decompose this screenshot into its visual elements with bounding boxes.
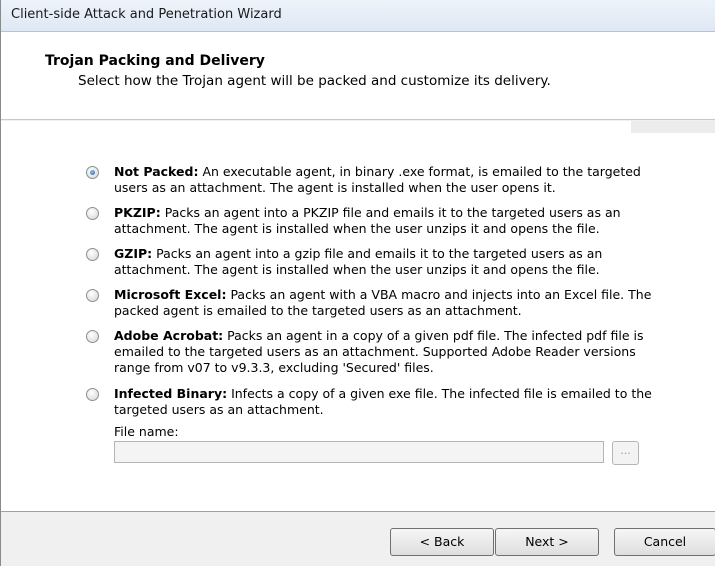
page-title: Trojan Packing and Delivery xyxy=(45,53,265,69)
wizard-header: Trojan Packing and Delivery Select how t… xyxy=(1,32,715,120)
option-adobe-acrobat-text: Adobe Acrobat: Packs an agent in a copy … xyxy=(114,328,674,376)
radio-gzip[interactable] xyxy=(86,248,99,261)
window-title: Client-side Attack and Penetration Wizar… xyxy=(11,7,282,22)
option-label: PKZIP: xyxy=(114,205,161,220)
option-pkzip-text: PKZIP: Packs an agent into a PKZIP file … xyxy=(114,205,674,237)
cancel-button[interactable]: Cancel xyxy=(614,528,715,556)
option-label: Microsoft Excel: xyxy=(114,287,227,302)
title-bar: Client-side Attack and Penetration Wizar… xyxy=(1,0,715,32)
wizard-window: Client-side Attack and Penetration Wizar… xyxy=(0,0,715,566)
option-microsoft-excel-text: Microsoft Excel: Packs an agent with a V… xyxy=(114,287,674,319)
option-label: GZIP: xyxy=(114,246,153,261)
option-gzip-text: GZIP: Packs an agent into a gzip file an… xyxy=(114,246,674,278)
next-button[interactable]: Next > xyxy=(495,528,599,556)
browse-button[interactable]: ... xyxy=(612,441,639,465)
option-label: Infected Binary: xyxy=(114,386,228,401)
radio-not-packed[interactable] xyxy=(86,166,99,179)
file-name-input[interactable] xyxy=(114,441,604,463)
option-label: Not Packed: xyxy=(114,164,199,179)
option-label: Adobe Acrobat: xyxy=(114,328,224,343)
option-not-packed-text: Not Packed: An executable agent, in bina… xyxy=(114,164,674,196)
page-description: Select how the Trojan agent will be pack… xyxy=(78,73,551,89)
radio-adobe-acrobat[interactable] xyxy=(86,330,99,343)
back-button[interactable]: < Back xyxy=(390,528,494,556)
radio-microsoft-excel[interactable] xyxy=(86,289,99,302)
option-infected-binary-text: Infected Binary: Infects a copy of a giv… xyxy=(114,386,674,418)
header-divider-shade xyxy=(631,121,715,133)
radio-infected-binary[interactable] xyxy=(86,388,99,401)
option-description: Packs an agent into a gzip file and emai… xyxy=(114,246,603,277)
wizard-footer: < Back Next > Cancel xyxy=(1,511,715,566)
radio-pkzip[interactable] xyxy=(86,207,99,220)
option-description: Packs an agent into a PKZIP file and ema… xyxy=(114,205,621,236)
wizard-body: Not Packed: An executable agent, in bina… xyxy=(1,121,715,511)
file-name-label: File name: xyxy=(114,424,179,439)
